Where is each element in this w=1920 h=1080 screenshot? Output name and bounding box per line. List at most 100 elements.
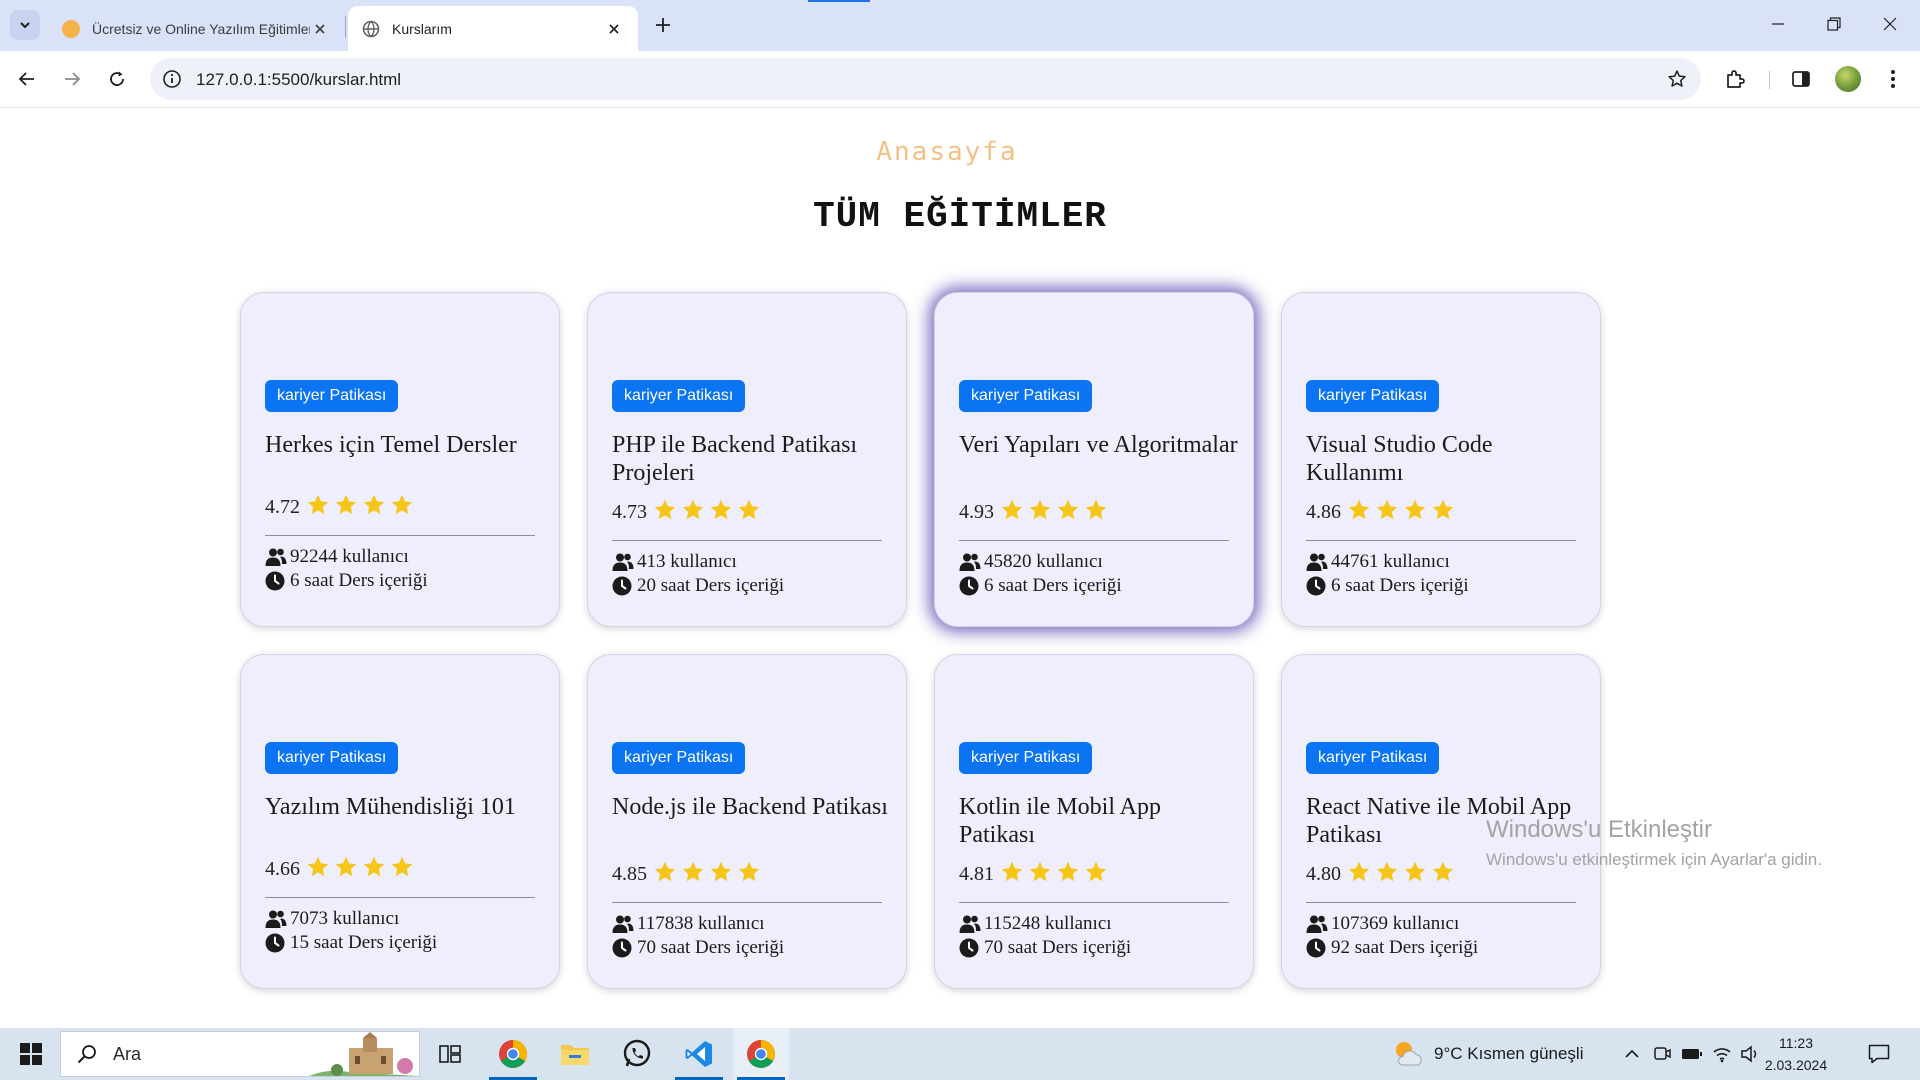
close-window-button[interactable] (1862, 0, 1918, 48)
rating-row: 4.72 (265, 493, 535, 521)
star-icon (1375, 498, 1399, 527)
course-card[interactable]: kariyer Patikası Kotlin ile Mobil App Pat… (934, 654, 1254, 989)
tab-kurslarim[interactable]: Kurslarım (348, 6, 638, 51)
users-row: 115248 kullanıcı (959, 913, 1229, 935)
profile-avatar[interactable] (1835, 66, 1861, 92)
duration-row: 6 saat Ders içeriği (265, 570, 535, 592)
tab-strip: Ücretsiz ve Online Yazılım Eğitimleri Ku… (0, 0, 1920, 51)
course-title[interactable]: Node.js ile Backend Patikası (612, 793, 892, 821)
star-icon (709, 498, 733, 527)
address-bar[interactable]: 127.0.0.1:5500/kurslar.html (150, 58, 1701, 100)
tab-yazilim-egitimleri[interactable]: Ücretsiz ve Online Yazılım Eğitimleri (48, 6, 344, 51)
career-path-badge[interactable]: kariyer Patikası (1306, 380, 1440, 412)
rating-value: 4.80 (1306, 862, 1341, 885)
minimize-button[interactable] (1750, 0, 1806, 48)
course-title[interactable]: Visual Studio Code Kullanımı (1306, 431, 1586, 487)
taskbar-file-explorer[interactable] (547, 1028, 603, 1080)
course-card[interactable]: kariyer Patikası Yazılım Mühendisliği 101… (240, 654, 560, 989)
career-path-badge[interactable]: kariyer Patikası (1306, 742, 1440, 774)
course-card[interactable]: kariyer Patikası Herkes için Temel Dersle… (240, 292, 560, 627)
career-path-badge[interactable]: kariyer Patikası (959, 742, 1093, 774)
system-clock[interactable]: 11:23 2.03.2024 (1760, 1032, 1832, 1076)
taskbar-chrome-active[interactable] (733, 1028, 789, 1080)
career-path-badge[interactable]: kariyer Patikası (612, 380, 746, 412)
start-button[interactable] (8, 1028, 54, 1080)
battery-icon[interactable] (1680, 1042, 1704, 1066)
forward-button[interactable] (55, 62, 89, 96)
course-duration: 20 saat Ders içeriği (637, 575, 785, 596)
search-highlight-illustration (309, 1032, 419, 1076)
star-icon (1403, 860, 1427, 889)
course-title[interactable]: PHP ile Backend Patikası Projeleri (612, 431, 892, 487)
star-icon (1084, 860, 1108, 889)
star-icon (737, 860, 761, 889)
taskbar-chrome[interactable] (485, 1028, 541, 1080)
url-text[interactable]: 127.0.0.1:5500/kurslar.html (196, 70, 401, 90)
home-link[interactable]: Anasayfa (0, 137, 1894, 167)
course-title[interactable]: Yazılım Mühendisliği 101 (265, 793, 545, 821)
clock-icon (265, 933, 287, 953)
tab-search-button[interactable] (10, 10, 40, 40)
duration-row: 6 saat Ders içeriği (959, 575, 1229, 597)
taskbar-whatsapp[interactable] (609, 1028, 665, 1080)
course-title[interactable]: React Native ile Mobil App Patikası (1306, 793, 1586, 849)
user-count: 115248 kullanıcı (984, 913, 1112, 934)
taskbar-vscode[interactable] (671, 1028, 727, 1080)
bookmark-star-icon[interactable] (1665, 67, 1689, 91)
card-divider (1306, 902, 1576, 903)
career-path-badge[interactable]: kariyer Patikası (265, 742, 399, 774)
star-icon (1431, 860, 1455, 889)
users-icon (1306, 552, 1328, 572)
notification-center-button[interactable] (1864, 1040, 1894, 1068)
rating-row: 4.66 (265, 855, 535, 883)
restore-button[interactable] (1806, 0, 1862, 48)
rating-value: 4.93 (959, 500, 994, 523)
course-card[interactable]: kariyer Patikası Visual Studio Code Kulla… (1281, 292, 1601, 627)
task-view-button[interactable] (422, 1028, 478, 1080)
course-card[interactable]: kariyer Patikası React Native ile Mobil A… (1281, 654, 1601, 989)
star-icon (709, 860, 733, 889)
course-duration: 70 saat Ders içeriği (637, 937, 785, 958)
star-icon (306, 855, 330, 884)
site-info-icon[interactable] (161, 68, 183, 90)
career-path-badge[interactable]: kariyer Patikası (959, 380, 1093, 412)
taskbar-search-box[interactable]: Ara (60, 1031, 420, 1077)
course-title[interactable]: Herkes için Temel Dersler (265, 431, 545, 459)
career-path-badge[interactable]: kariyer Patikası (612, 742, 746, 774)
show-hidden-icons-button[interactable] (1620, 1042, 1644, 1066)
extensions-button[interactable] (1720, 64, 1750, 94)
users-icon (959, 914, 981, 934)
course-card[interactable]: kariyer Patikası Veri Yapıları ve Algorit… (934, 292, 1254, 627)
course-card[interactable]: kariyer Patikası Node.js ile Backend Pati… (587, 654, 907, 989)
volume-icon[interactable] (1738, 1042, 1762, 1066)
career-path-badge[interactable]: kariyer Patikası (265, 380, 399, 412)
star-icon (1084, 498, 1108, 527)
back-button[interactable] (10, 62, 44, 96)
toolbar-divider (1769, 71, 1770, 89)
star-icon (362, 493, 386, 522)
menu-button[interactable] (1878, 64, 1908, 94)
side-panel-button[interactable] (1786, 64, 1816, 94)
wifi-icon[interactable] (1710, 1042, 1734, 1066)
notification-icon (1868, 1044, 1890, 1064)
users-row: 45820 kullanıcı (959, 551, 1229, 573)
reload-button[interactable] (100, 62, 134, 96)
user-count: 117838 kullanıcı (637, 913, 765, 934)
user-count: 7073 kullanıcı (290, 908, 400, 929)
meet-now-icon[interactable] (1650, 1042, 1674, 1066)
arrow-right-icon (65, 72, 81, 86)
course-title[interactable]: Veri Yapıları ve Algoritmalar (959, 431, 1239, 459)
weather-widget[interactable]: 9°C Kısmen güneşli (1392, 1028, 1583, 1080)
plus-icon (656, 18, 670, 32)
partly-sunny-icon (1396, 1042, 1422, 1066)
new-tab-button[interactable] (650, 12, 676, 38)
course-title[interactable]: Kotlin ile Mobil App Patikası (959, 793, 1239, 849)
duration-row: 92 saat Ders içeriği (1306, 937, 1576, 959)
chevron-down-icon (20, 22, 30, 29)
star-icon (1347, 498, 1371, 527)
close-icon[interactable] (604, 19, 624, 39)
close-icon[interactable] (310, 19, 330, 39)
user-count: 413 kullanıcı (637, 551, 737, 572)
course-card[interactable]: kariyer Patikası PHP ile Backend Patikası… (587, 292, 907, 627)
rating-value: 4.66 (265, 857, 300, 880)
